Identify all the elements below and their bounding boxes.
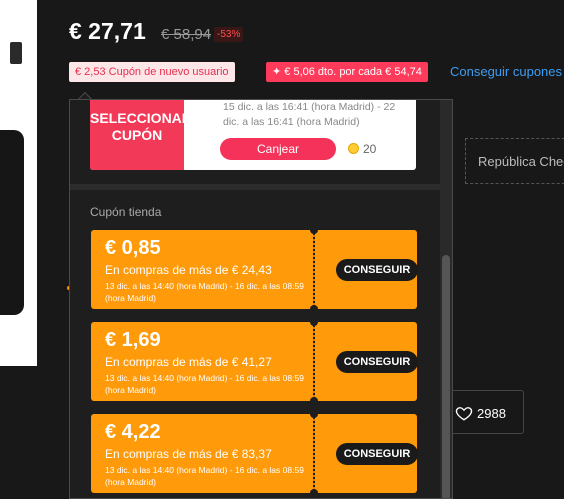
product-image[interactable] <box>0 0 37 366</box>
current-price: € 27,71 <box>69 18 146 44</box>
original-price: € 58,94 <box>161 26 212 43</box>
product-device-shape <box>0 130 24 315</box>
scrollbar-thumb[interactable] <box>442 255 450 498</box>
coupon-notch <box>310 226 318 234</box>
coin-value: 20 <box>363 142 377 156</box>
store-coupon-section-title: Cupón tienda <box>90 205 162 219</box>
coupon-validity: 13 dic. a las 14:40 (hora Madrid) - 16 d… <box>105 373 304 395</box>
wishlist-button[interactable]: 2988 <box>445 390 524 434</box>
discount-badge: -53% <box>214 27 244 42</box>
coupon-validity: 13 dic. a las 14:40 (hora Madrid) - 16 d… <box>105 465 304 487</box>
coupon-popover: SELECCIONAR CUPÓN 15 dic. a las 16:41 (h… <box>69 99 453 499</box>
coupon-amount: € 0,85 <box>105 237 161 259</box>
new-user-coupon-tag[interactable]: € 2,53 Cupón de nuevo usuario <box>69 62 235 82</box>
coupon-notch <box>310 397 318 405</box>
redeem-button[interactable]: Canjear <box>220 138 336 160</box>
coupon-validity: 13 dic. a las 14:40 (hora Madrid) - 16 d… <box>105 281 304 303</box>
get-coupons-link[interactable]: Conseguir cupones <box>450 64 562 79</box>
store-coupon-card: € 1,69 En compras de más de € 41,27 13 d… <box>91 318 418 405</box>
heart-icon <box>455 407 473 421</box>
coin-icon <box>348 143 359 154</box>
bulk-discount-tag[interactable]: ✦ € 5,06 dto. por cada € 54,74 <box>266 62 428 82</box>
coupon-amount: € 1,69 <box>105 329 161 351</box>
coupon-condition: En compras de más de € 24,43 <box>105 263 272 277</box>
coupon-notch <box>310 305 318 313</box>
coupon-notch <box>310 318 318 326</box>
get-coupon-button[interactable]: CONSEGUIR <box>336 259 418 281</box>
popover-scrollbar[interactable] <box>440 100 452 498</box>
shipping-region-label: República Checa <box>478 154 564 169</box>
coupon-condition: En compras de más de € 83,37 <box>105 447 272 461</box>
get-coupon-button[interactable]: CONSEGUIR <box>336 351 418 373</box>
platform-coupon-card: SELECCIONAR CUPÓN 15 dic. a las 16:41 (h… <box>90 100 416 170</box>
coupon-amount: € 4,22 <box>105 421 161 443</box>
store-coupon-card: € 0,85 En compras de más de € 24,43 13 d… <box>91 226 418 313</box>
section-divider <box>70 184 442 190</box>
coupon-notch <box>310 489 318 497</box>
coupon-notch <box>310 410 318 418</box>
platform-coupon-dates: 15 dic. a las 16:41 (hora Madrid) - 22 d… <box>223 101 396 128</box>
wishlist-count: 2988 <box>477 406 506 421</box>
select-coupon-label: SELECCIONAR CUPÓN <box>90 110 192 143</box>
product-device-clip <box>10 42 22 64</box>
coupon-condition: En compras de más de € 41,27 <box>105 355 272 369</box>
get-coupon-button[interactable]: CONSEGUIR <box>336 443 418 465</box>
store-coupon-card: € 4,22 En compras de más de € 83,37 13 d… <box>91 410 418 497</box>
